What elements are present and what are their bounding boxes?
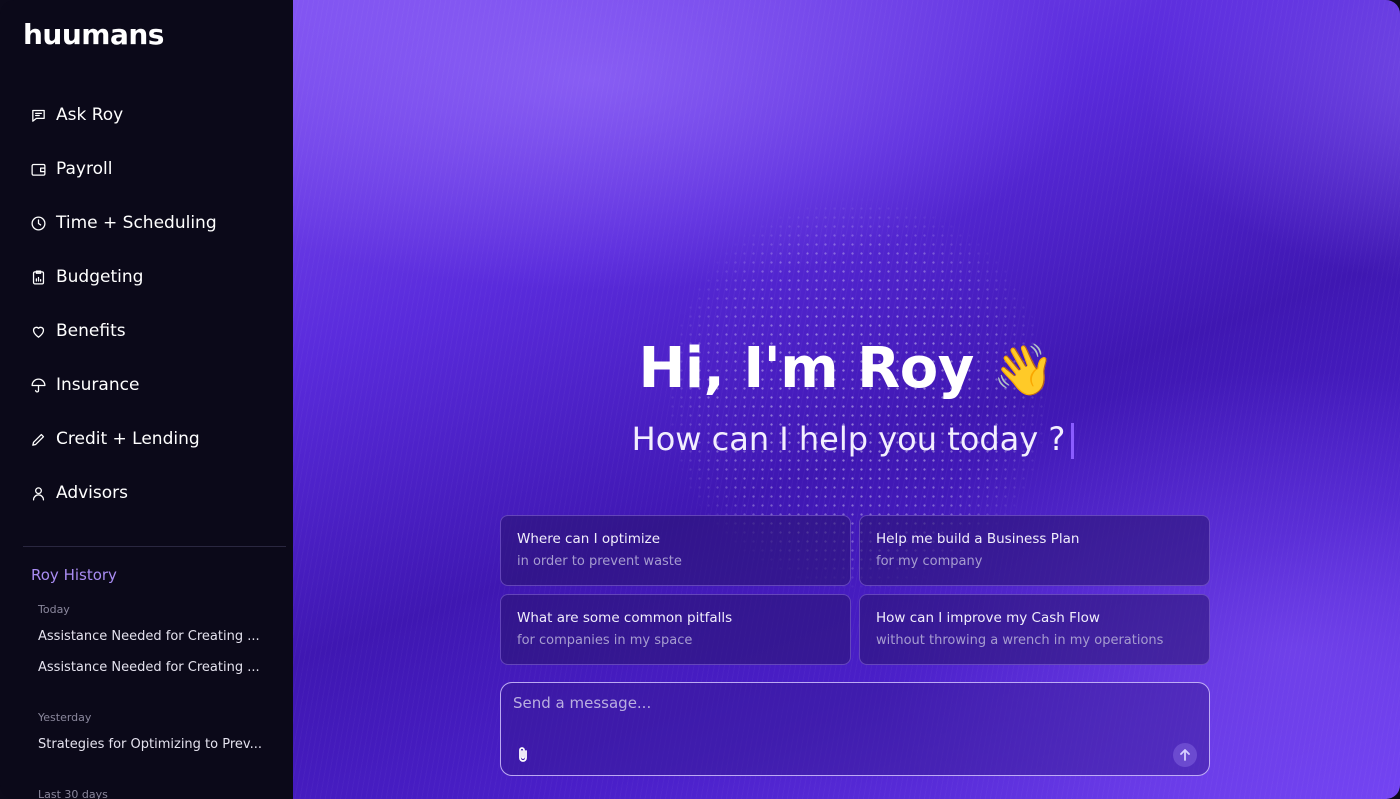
typing-cursor	[1071, 423, 1075, 459]
sidebar-nav: Ask Roy Payroll Time + Scheduling Budget…	[0, 96, 293, 528]
message-composer	[500, 682, 1210, 776]
suggestion-card[interactable]: How can I improve my Cash Flow without t…	[859, 594, 1210, 665]
sidebar-item-insurance[interactable]: Insurance	[0, 366, 293, 404]
suggestion-title: How can I improve my Cash Flow	[876, 610, 1100, 626]
heart-icon	[30, 323, 47, 340]
suggestion-grid: Where can I optimize in order to prevent…	[500, 515, 1210, 665]
sidebar-item-advisors[interactable]: Advisors	[0, 474, 293, 512]
history-item[interactable]: Assistance Needed for Creating ...	[38, 660, 260, 675]
history-group-label: Yesterday	[38, 711, 92, 724]
chat-main: Hi, I'm Roy 👋 How can I help you today ?…	[293, 0, 1400, 799]
suggestion-subtitle: for my company	[876, 554, 983, 569]
history-item[interactable]: Strategies for Optimizing to Prev...	[38, 737, 262, 752]
send-button[interactable]	[1173, 743, 1197, 767]
sidebar: huumans Ask Roy Payroll Time + Schedulin…	[0, 0, 293, 799]
sidebar-item-benefits[interactable]: Benefits	[0, 312, 293, 350]
app-window: huumans Ask Roy Payroll Time + Schedulin…	[0, 0, 1400, 799]
clipboard-chart-icon	[30, 269, 47, 286]
history-title: Roy History	[31, 566, 117, 584]
logo[interactable]: huumans	[23, 18, 164, 51]
sidebar-item-label: Insurance	[56, 375, 140, 395]
chat-icon	[30, 107, 47, 124]
sidebar-divider	[23, 546, 286, 547]
sidebar-item-label: Advisors	[56, 483, 129, 503]
suggestion-title: What are some common pitfalls	[517, 610, 733, 626]
sidebar-item-time-scheduling[interactable]: Time + Scheduling	[0, 204, 293, 242]
suggestion-title: Where can I optimize	[517, 531, 661, 547]
sidebar-item-label: Time + Scheduling	[56, 213, 217, 233]
sidebar-item-label: Credit + Lending	[56, 429, 200, 449]
sidebar-item-label: Ask Roy	[56, 105, 124, 125]
suggestion-card[interactable]: What are some common pitfalls for compan…	[500, 594, 851, 665]
suggestion-title: Help me build a Business Plan	[876, 531, 1080, 547]
suggestion-card[interactable]: Help me build a Business Plan for my com…	[859, 515, 1210, 586]
sidebar-item-payroll[interactable]: Payroll	[0, 150, 293, 188]
history-group-label: Today	[38, 603, 70, 616]
wallet-icon	[30, 161, 47, 178]
waving-hand-icon: 👋	[992, 341, 1055, 399]
arrow-up-icon	[1180, 749, 1190, 761]
sidebar-item-ask-roy[interactable]: Ask Roy	[0, 96, 293, 134]
greeting-text: Hi, I'm Roy	[638, 336, 974, 401]
suggestion-subtitle: without throwing a wrench in my operatio…	[876, 633, 1164, 648]
suggestion-card[interactable]: Where can I optimize in order to prevent…	[500, 515, 851, 586]
subtitle-text: How can I help you today ?	[631, 420, 1066, 458]
pencil-icon	[30, 431, 47, 448]
greeting-subtitle: How can I help you today ?	[293, 420, 1400, 459]
greeting-heading: Hi, I'm Roy 👋	[293, 336, 1400, 401]
person-icon	[30, 485, 47, 502]
history-item[interactable]: Assistance Needed for Creating ...	[38, 629, 260, 644]
suggestion-subtitle: in order to prevent waste	[517, 554, 682, 569]
sidebar-item-label: Budgeting	[56, 267, 144, 287]
sidebar-item-label: Payroll	[56, 159, 113, 179]
sidebar-item-label: Benefits	[56, 321, 126, 341]
clock-icon	[30, 215, 47, 232]
message-input[interactable]	[513, 694, 1153, 722]
umbrella-icon	[30, 377, 47, 394]
paperclip-icon[interactable]	[515, 746, 531, 764]
sidebar-item-budgeting[interactable]: Budgeting	[0, 258, 293, 296]
history-group-label: Last 30 days	[38, 788, 108, 799]
sidebar-item-credit-lending[interactable]: Credit + Lending	[0, 420, 293, 458]
suggestion-subtitle: for companies in my space	[517, 633, 693, 648]
